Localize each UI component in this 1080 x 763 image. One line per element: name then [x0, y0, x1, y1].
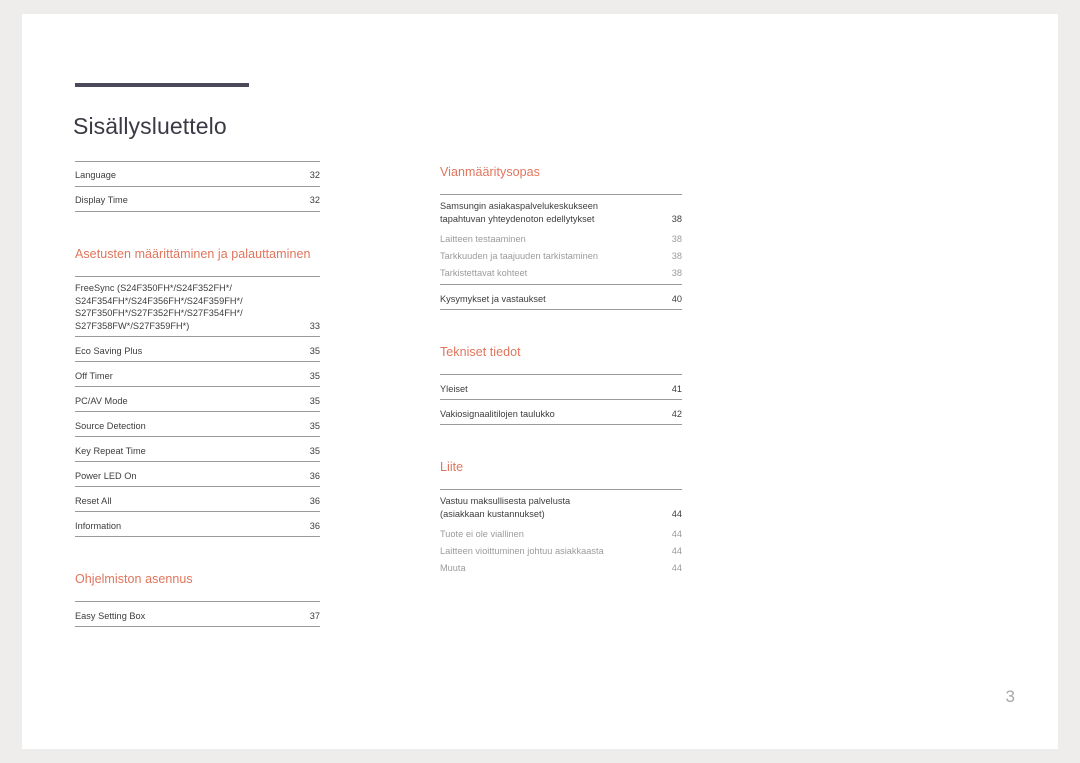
- toc-entry-label: Reset All: [75, 495, 112, 506]
- toc-entry-page: 38: [671, 250, 682, 261]
- toc-group: Easy Setting Box 37: [75, 601, 320, 628]
- toc-group: Samsungin asiakaspalvelukeskukseen tapah…: [440, 194, 682, 311]
- toc-entry-page: 36: [309, 520, 320, 531]
- toc-entry[interactable]: Source Detection 35: [75, 412, 320, 438]
- toc-entry-page: 36: [309, 470, 320, 481]
- toc-entry[interactable]: Eco Saving Plus 35: [75, 337, 320, 363]
- toc-entry-label: Kysymykset ja vastaukset: [440, 293, 546, 304]
- toc-entry-label: Power LED On: [75, 470, 137, 481]
- toc-entry-label: Key Repeat Time: [75, 445, 146, 456]
- toc-entry[interactable]: Yleiset 41: [440, 375, 682, 401]
- toc-entry-page: 38: [671, 267, 682, 278]
- toc-entry[interactable]: Key Repeat Time 35: [75, 437, 320, 463]
- toc-entry-label: Language: [75, 170, 117, 181]
- toc-entry[interactable]: Language 32: [75, 162, 320, 187]
- heading-spacer: [440, 476, 682, 489]
- toc-entry-page: 37: [309, 610, 320, 621]
- toc-entry-label: Off Timer: [75, 370, 113, 381]
- toc-group: Language 32 Display Time 32: [75, 161, 320, 212]
- toc-entry-label: Samsungin asiakaspalvelukeskukseen tapah…: [440, 201, 598, 224]
- section-heading: Ohjelmiston asennus: [75, 572, 193, 587]
- toc-entry-page: 35: [309, 445, 320, 456]
- toc-entry-label: Tarkistettavat kohteet: [440, 267, 528, 278]
- toc-entry-page: 32: [309, 195, 320, 206]
- toc-entry-page: 44: [671, 508, 682, 519]
- toc-entry-label: Tarkkuuden ja taajuuden tarkistaminen: [440, 250, 599, 261]
- toc-entry[interactable]: Off Timer 35: [75, 362, 320, 388]
- toc-entry-page: 44: [671, 528, 682, 539]
- toc-entry-page: 44: [671, 545, 682, 556]
- toc-entry-label: Source Detection: [75, 420, 146, 431]
- toc-entry-page: 42: [671, 408, 682, 419]
- toc-entry[interactable]: Samsungin asiakaspalvelukeskukseen tapah…: [440, 195, 682, 229]
- toc-entry-page: 41: [671, 383, 682, 394]
- section-heading: Vianmääritysopas: [440, 165, 540, 179]
- toc-entry[interactable]: Vakiosignaalitilojen taulukko 42: [440, 400, 682, 426]
- toc-entry-page: 32: [309, 170, 320, 181]
- toc-entry-label: FreeSync (S24F350FH*/S24F352FH*/ S24F354…: [75, 283, 243, 331]
- toc-entry-page: 38: [671, 233, 682, 244]
- toc-entry[interactable]: Information 36: [75, 512, 320, 538]
- toc-group: FreeSync (S24F350FH*/S24F352FH*/ S24F354…: [75, 276, 320, 538]
- toc-entry[interactable]: Laitteen testaaminen 38: [440, 229, 682, 246]
- page-title: Sisällysluettelo: [73, 113, 227, 140]
- toc-entry[interactable]: Tarkistettavat kohteet 38: [440, 263, 682, 286]
- toc-entry-label: Laitteen vioittuminen johtuu asiakkaasta: [440, 545, 604, 556]
- toc-entry[interactable]: Reset All 36: [75, 487, 320, 513]
- section-heading: Tekniset tiedot: [440, 345, 521, 360]
- toc-entry-label: PC/AV Mode: [75, 395, 128, 406]
- toc-entry-label: Eco Saving Plus: [75, 345, 143, 356]
- toc-entry[interactable]: Tuote ei ole viallinen 44: [440, 524, 682, 541]
- toc-entry-page: 40: [671, 293, 682, 304]
- toc-entry[interactable]: Kysymykset ja vastaukset 40: [440, 285, 682, 311]
- toc-entry-label: Information: [75, 520, 122, 531]
- toc-entry[interactable]: Vastuu maksullisesta palvelusta (asiakka…: [440, 490, 682, 524]
- document-page: Sisällysluettelo Language 32 Display Time 3…: [22, 14, 1058, 749]
- toc-entry-label: Display Time: [75, 195, 128, 206]
- toc-entry[interactable]: Muuta 44: [440, 558, 682, 575]
- toc-entry-page: 38: [671, 213, 682, 224]
- toc-entry-label: Tuote ei ole viallinen: [440, 528, 524, 539]
- heading-spacer: [440, 361, 682, 374]
- toc-entry[interactable]: Easy Setting Box 37: [75, 602, 320, 628]
- toc-entry[interactable]: FreeSync (S24F350FH*/S24F352FH*/ S24F354…: [75, 277, 320, 338]
- toc-entry-label: Easy Setting Box: [75, 610, 146, 621]
- title-rule-decoration: [75, 83, 249, 87]
- toc-entry-label: Muuta: [440, 562, 466, 573]
- toc-entry-page: 35: [309, 420, 320, 431]
- toc-entry[interactable]: Laitteen vioittuminen johtuu asiakkaasta…: [440, 541, 682, 558]
- toc-entry-page: 44: [671, 562, 682, 573]
- toc-entry[interactable]: Display Time 32: [75, 187, 320, 212]
- page-number: 3: [1005, 687, 1015, 706]
- toc-entry-page: 35: [309, 370, 320, 381]
- heading-spacer: [440, 181, 682, 194]
- toc-entry-page: 33: [309, 320, 320, 331]
- toc-entry-label: Yleiset: [440, 383, 468, 394]
- toc-entry-page: 35: [309, 345, 320, 356]
- toc-group: Vastuu maksullisesta palvelusta (asiakka…: [440, 489, 682, 575]
- toc-entry-label: Laitteen testaaminen: [440, 233, 526, 244]
- toc-entry[interactable]: Tarkkuuden ja taajuuden tarkistaminen 38: [440, 246, 682, 263]
- heading-spacer: [75, 263, 320, 276]
- toc-entry[interactable]: Power LED On 36: [75, 462, 320, 488]
- section-heading: Asetusten määrittäminen ja palauttaminen: [75, 247, 311, 261]
- toc-entry-label: Vakiosignaalitilojen taulukko: [440, 408, 555, 419]
- toc-entry[interactable]: PC/AV Mode 35: [75, 387, 320, 413]
- toc-group: Yleiset 41 Vakiosignaalitilojen taulukko 42: [440, 374, 682, 426]
- section-heading: Liite: [440, 460, 464, 475]
- toc-entry-page: 36: [309, 495, 320, 506]
- toc-entry-label: Vastuu maksullisesta palvelusta (asiakka…: [440, 496, 571, 519]
- toc-entry-page: 35: [309, 395, 320, 406]
- heading-spacer: [75, 588, 320, 601]
